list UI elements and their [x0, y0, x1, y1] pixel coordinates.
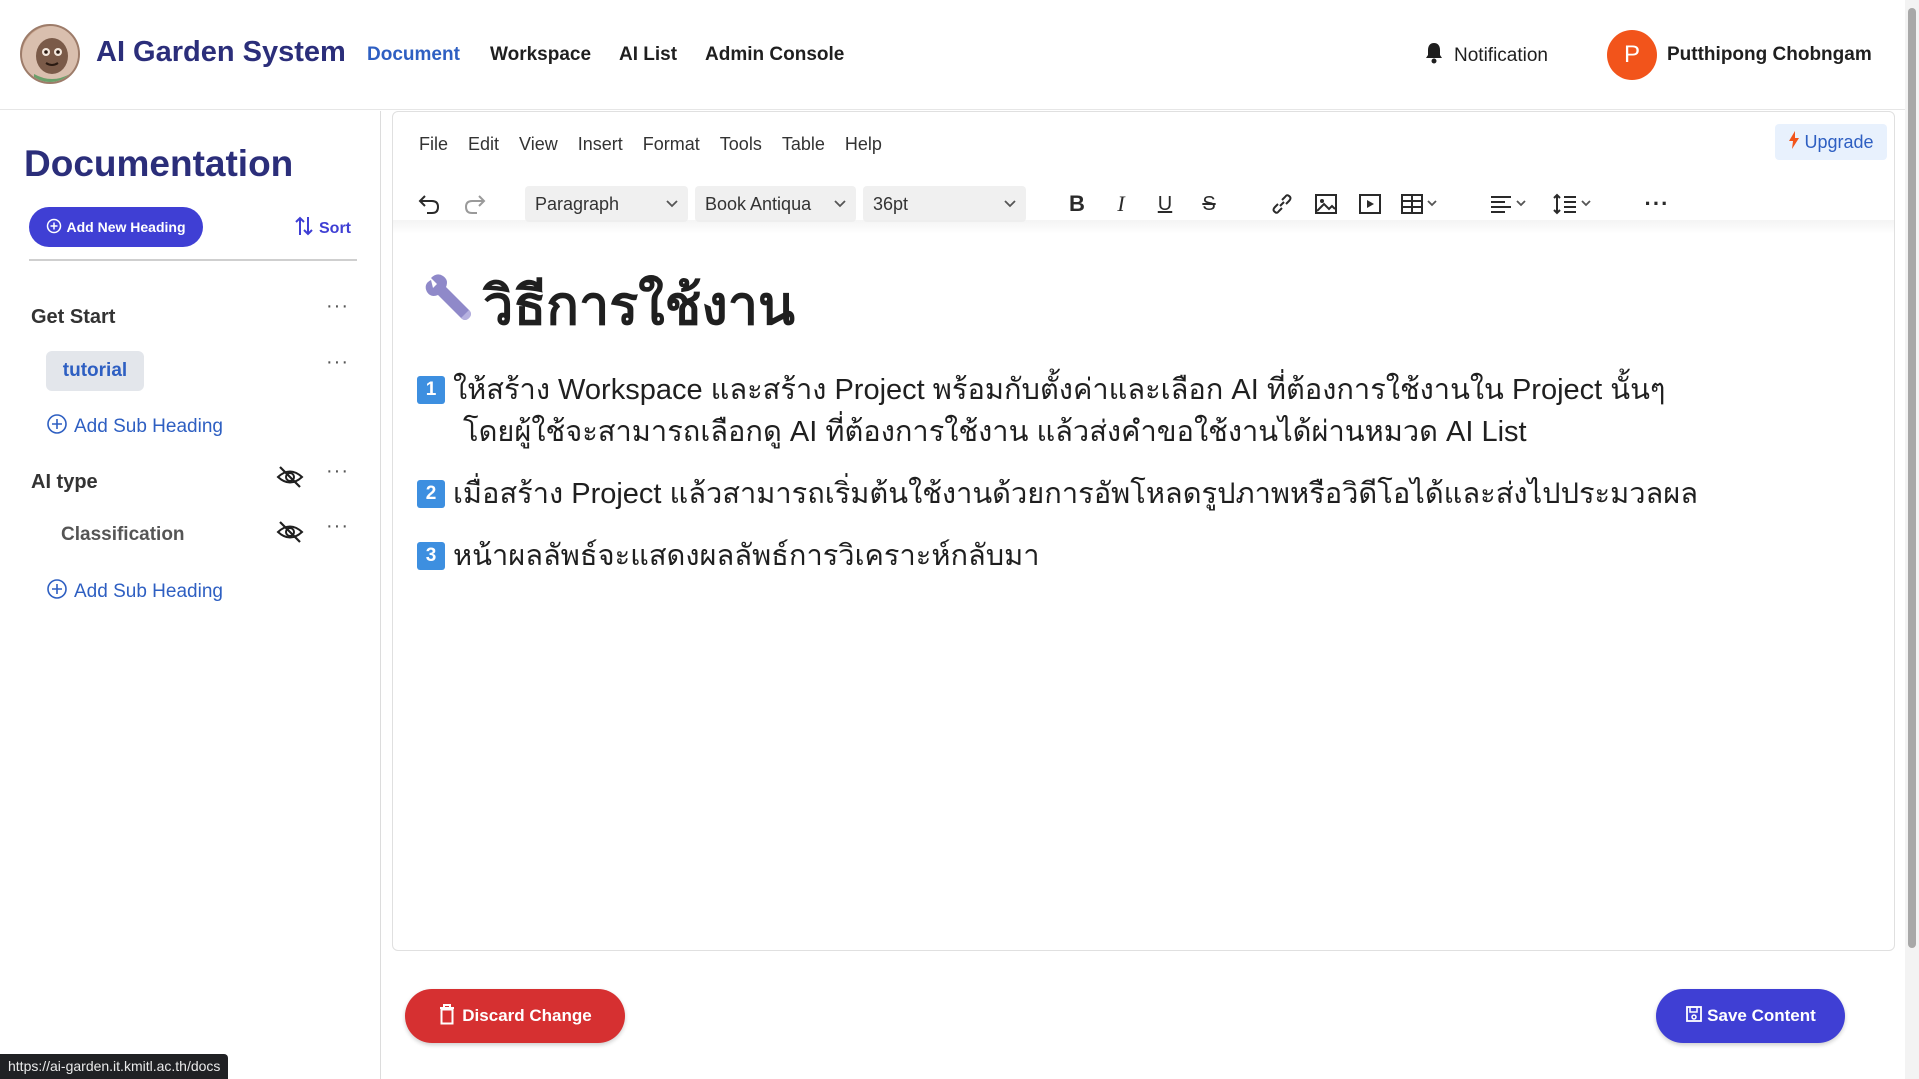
app-root: AI Garden System Document Workspace AI L…: [0, 0, 1919, 1079]
chevron-down-icon: [1002, 195, 1018, 216]
more-horizontal-icon[interactable]: ···: [326, 460, 349, 483]
scrollbar-thumb[interactable]: [1908, 8, 1916, 948]
image-icon[interactable]: [1312, 190, 1340, 218]
document-title-text: วิธีการใช้งาน: [483, 276, 795, 336]
lightning-icon: [1788, 130, 1800, 154]
number-1-badge: 1: [417, 376, 445, 404]
menu-format[interactable]: Format: [643, 134, 700, 155]
font-family-select[interactable]: Book Antiqua: [695, 186, 856, 222]
upgrade-button[interactable]: Upgrade: [1775, 124, 1887, 160]
menu-insert[interactable]: Insert: [578, 134, 623, 155]
strikethrough-icon[interactable]: S: [1195, 190, 1223, 218]
italic-icon[interactable]: I: [1107, 190, 1135, 218]
link-icon[interactable]: [1268, 190, 1296, 218]
number-3-badge: 3: [417, 542, 445, 570]
font-size-select[interactable]: 36pt: [863, 186, 1026, 222]
plus-circle-icon: [46, 413, 68, 441]
add-sub-heading-button[interactable]: Add Sub Heading: [46, 578, 223, 606]
editor-menubar: File Edit View Insert Format Tools Table…: [419, 134, 882, 155]
font-size-value: 36pt: [873, 193, 909, 214]
menu-edit[interactable]: Edit: [468, 134, 499, 155]
sidebar-title: Documentation: [24, 143, 294, 184]
notification-label: Notification: [1454, 45, 1548, 66]
redo-icon[interactable]: [461, 190, 489, 218]
trash-icon: [438, 1003, 456, 1030]
rich-text-editor: File Edit View Insert Format Tools Table…: [392, 111, 1895, 951]
align-icon[interactable]: [1489, 190, 1531, 218]
eye-off-icon[interactable]: [275, 462, 305, 492]
media-icon[interactable]: [1356, 190, 1384, 218]
paragraph-line: ให้สร้าง Workspace และสร้าง Project พร้อ…: [453, 374, 1666, 406]
block-format-value: Paragraph: [535, 193, 620, 214]
discard-change-button[interactable]: Discard Change: [405, 989, 625, 1043]
sidebar-divider: [29, 259, 357, 261]
brand-name: AI Garden System: [96, 36, 346, 68]
avatar[interactable]: P: [1607, 30, 1657, 80]
more-icon[interactable]: ···: [1643, 190, 1671, 218]
bold-icon[interactable]: B: [1063, 190, 1091, 218]
more-horizontal-icon[interactable]: ···: [326, 295, 349, 318]
paragraph-step-2[interactable]: 2 เมื่อสร้าง Project แล้วสามารถเริ่มต้นใ…: [417, 473, 1698, 515]
block-format-select[interactable]: Paragraph: [525, 186, 688, 222]
upgrade-label: Upgrade: [1804, 131, 1874, 152]
menu-table[interactable]: Table: [782, 134, 825, 155]
sub-heading-classification[interactable]: Classification: [61, 524, 185, 546]
paragraph-step-1[interactable]: 1 ให้สร้าง Workspace และสร้าง Project พร…: [417, 369, 1665, 453]
app-logo[interactable]: [20, 24, 80, 84]
sort-button[interactable]: Sort: [295, 215, 351, 242]
chevron-down-icon: [832, 195, 848, 216]
paragraph-text: ให้สร้าง Workspace และสร้าง Project พร้อ…: [453, 369, 1665, 453]
heading-get-start[interactable]: Get Start: [31, 306, 115, 329]
save-content-button[interactable]: Save Content: [1656, 989, 1845, 1043]
sort-label: Sort: [319, 219, 351, 237]
menu-file[interactable]: File: [419, 134, 448, 155]
more-horizontal-icon[interactable]: ···: [326, 351, 349, 374]
documentation-sidebar: Documentation Add New Heading Sort Get S…: [0, 111, 381, 1079]
more-horizontal-icon[interactable]: ···: [326, 515, 349, 538]
wrench-icon: [417, 270, 475, 341]
document-title[interactable]: วิธีการใช้งาน: [417, 262, 795, 348]
chevron-down-icon: [664, 195, 680, 216]
line-height-icon[interactable]: [1552, 190, 1596, 218]
sort-arrows-icon: [295, 215, 313, 242]
top-navigation: AI Garden System Document Workspace AI L…: [0, 0, 1905, 110]
sub-heading-tutorial[interactable]: tutorial: [46, 351, 144, 391]
eye-off-icon[interactable]: [275, 517, 305, 547]
plus-circle-icon: [46, 578, 68, 606]
nav-admin-console[interactable]: Admin Console: [705, 44, 844, 66]
add-sub-heading-label: Add Sub Heading: [74, 581, 223, 602]
table-icon[interactable]: [1400, 190, 1440, 218]
add-sub-heading-button[interactable]: Add Sub Heading: [46, 413, 223, 441]
add-new-heading-button[interactable]: Add New Heading: [29, 207, 203, 247]
font-family-value: Book Antiqua: [705, 193, 812, 214]
toolbar-shadow: [393, 220, 1894, 234]
menu-view[interactable]: View: [519, 134, 558, 155]
paragraph-line: โดยผู้ใช้จะสามารถเลือกดู AI ที่ต้องการใช…: [463, 416, 1527, 448]
nav-workspace[interactable]: Workspace: [490, 44, 591, 66]
add-new-heading-label: Add New Heading: [66, 219, 186, 235]
menu-help[interactable]: Help: [845, 134, 882, 155]
save-icon: [1685, 1005, 1703, 1028]
status-bar-url: https://ai-garden.it.kmitl.ac.th/docs: [0, 1054, 229, 1079]
discard-change-label: Discard Change: [462, 1006, 592, 1025]
notification-button[interactable]: Notification: [1424, 42, 1548, 70]
bell-icon: [1424, 42, 1444, 70]
underline-icon[interactable]: U: [1151, 190, 1179, 218]
plus-circle-icon: [46, 218, 62, 237]
user-name[interactable]: Putthipong Chobngam: [1667, 44, 1872, 66]
undo-icon[interactable]: [415, 190, 443, 218]
paragraph-line: หน้าผลลัพธ์จะแสดงผลลัพธ์การวิเคราะห์กลับ…: [453, 540, 1040, 572]
heading-ai-type[interactable]: AI type: [31, 471, 98, 494]
save-content-label: Save Content: [1707, 1006, 1816, 1025]
number-2-badge: 2: [417, 480, 445, 508]
menu-tools[interactable]: Tools: [720, 134, 762, 155]
page-scrollbar[interactable]: [1905, 0, 1919, 1079]
add-sub-heading-label: Add Sub Heading: [74, 416, 223, 437]
paragraph-line: เมื่อสร้าง Project แล้วสามารถเริ่มต้นใช้…: [453, 478, 1699, 510]
nav-ai-list[interactable]: AI List: [619, 44, 677, 66]
nav-document[interactable]: Document: [367, 44, 460, 66]
paragraph-step-3[interactable]: 3 หน้าผลลัพธ์จะแสดงผลลัพธ์การวิเคราะห์กล…: [417, 535, 1040, 577]
